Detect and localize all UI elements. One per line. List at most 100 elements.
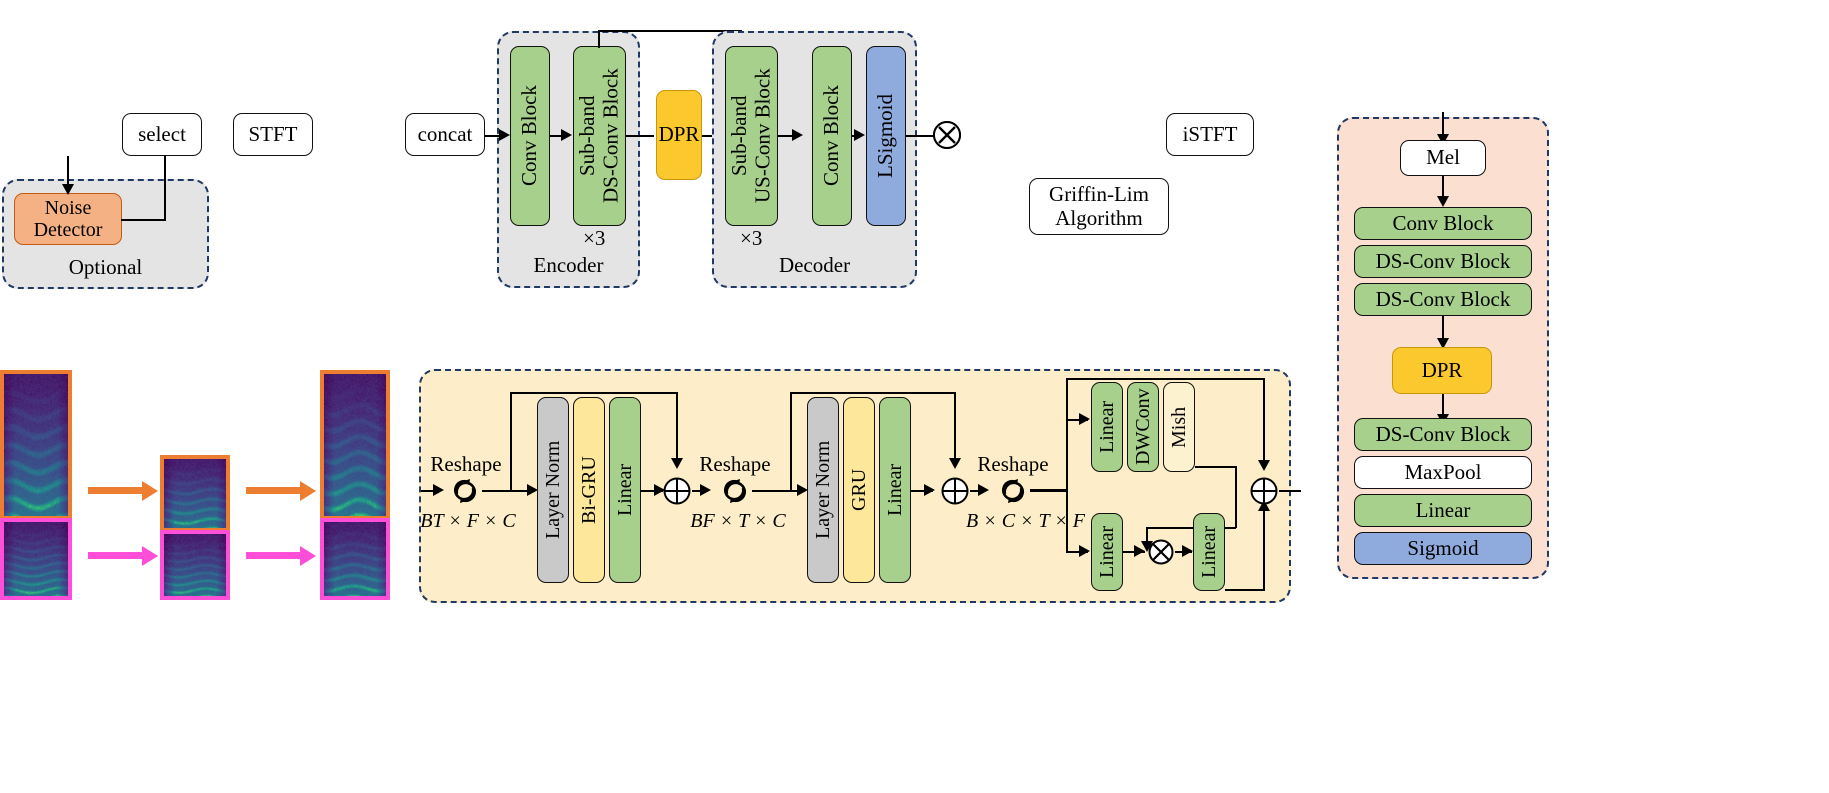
mel-ds-conv-block-2: DS-Conv Block	[1354, 283, 1532, 316]
residual1-across	[510, 392, 678, 394]
optional-group-label: Optional	[68, 255, 143, 279]
orange-arrow-1-head	[142, 481, 158, 501]
arrowhead-residual3	[1258, 460, 1270, 471]
output-spectrogram-orange	[320, 370, 390, 520]
connector-mish-out	[1195, 466, 1237, 468]
add-op-2	[941, 477, 969, 505]
stage3-top-linear: Linear	[1091, 382, 1123, 472]
mel-conv-block: Conv Block	[1354, 207, 1532, 240]
mel-linear-block: Linear	[1354, 494, 1532, 527]
arrowhead-residual2	[949, 458, 961, 469]
add-op-1	[663, 477, 691, 505]
connector-decoder-out	[906, 135, 934, 137]
arrowhead-mel-to-conv	[1437, 196, 1449, 207]
reshape-label-1: Reshape	[430, 452, 502, 476]
stage3-dwconv: DWConv	[1127, 382, 1159, 472]
add-op-3	[1250, 477, 1278, 505]
connector-select-to-noise	[67, 156, 69, 186]
decoder-conv-block: Conv Block	[812, 46, 852, 226]
diagram-canvas: Noise Detector Optional select STFT conc…	[0, 0, 1829, 793]
reshape-icon-2	[724, 479, 746, 503]
stage3-bottom-linear-2: Linear	[1193, 513, 1225, 591]
arrowhead-decoder-1	[792, 129, 803, 141]
decoder-group-label: Decoder	[778, 253, 851, 277]
stage2-layer-norm: Layer Norm	[807, 397, 839, 583]
residual2-up	[790, 392, 792, 490]
arrowhead-select-to-noise	[62, 184, 74, 195]
stage2-linear: Linear	[879, 397, 911, 583]
connector-encoder-to-dpr	[626, 135, 654, 137]
output-spectrogram-pink	[320, 518, 390, 600]
decoder-repeat-label: ×3	[740, 226, 763, 250]
dpr-main-block: DPR	[656, 90, 702, 180]
mel-ds-conv-block-1: DS-Conv Block	[1354, 245, 1532, 278]
stft-block: STFT	[233, 113, 313, 156]
residual2-down	[954, 392, 956, 462]
arrowhead-stage2-to-add	[924, 484, 935, 496]
encoder-repeat-label: ×3	[583, 226, 606, 250]
encoder-subband-ds-conv-block: Sub-band DS-Conv Block	[573, 46, 626, 226]
mid-spectrogram-orange	[160, 455, 230, 532]
arrowhead-split-top	[1079, 413, 1090, 425]
encoder-conv-block: Conv Block	[510, 46, 550, 226]
connector-linear2-to-add	[1225, 589, 1265, 591]
arrowhead-bottom-linear-to-mul	[1134, 545, 1145, 557]
pink-arrow-1-head	[142, 546, 158, 566]
residual3-across	[1066, 378, 1265, 380]
arrowhead-mul-to-linear2	[1182, 545, 1193, 557]
orange-arrow-2-head	[300, 481, 316, 501]
griffin-lim-label: Griffin-Lim Algorithm	[1049, 181, 1149, 230]
noise-detector-block: Noise Detector	[14, 193, 122, 245]
dim-label-2: BF × T × C	[690, 510, 786, 532]
mel-sigmoid-block: Sigmoid	[1354, 532, 1532, 565]
stage1-bi-gru: Bi-GRU	[573, 397, 605, 583]
dim-label-3: B × C × T × F	[965, 510, 1086, 532]
input-spectrogram-orange	[0, 370, 72, 520]
select-block: select	[122, 113, 202, 156]
stage3-mish: Mish	[1163, 382, 1195, 472]
skip-connection-up	[598, 30, 600, 48]
pink-arrow-2-body	[246, 552, 302, 559]
arrowhead-encoder-internal	[561, 129, 572, 141]
mel-ds-conv-block-3: DS-Conv Block	[1354, 418, 1532, 451]
reshape-icon-1	[454, 479, 476, 503]
stage1-layer-norm: Layer Norm	[537, 397, 569, 583]
residual3-down	[1263, 378, 1265, 464]
residual3-up	[1066, 378, 1068, 420]
orange-arrow-1-body	[88, 487, 144, 494]
concat-block: concat	[405, 113, 485, 156]
decoder-lsigmoid-block: LSigmoid	[866, 46, 906, 226]
arrowhead-decoder-2	[854, 129, 865, 141]
reshape-icon-3	[1002, 479, 1024, 503]
reshape-label-3: Reshape	[977, 452, 1049, 476]
residual1-up	[510, 392, 512, 490]
stage3-split-vertical	[1066, 419, 1069, 551]
connector-noise-right	[121, 219, 166, 221]
connector-noise-up	[164, 156, 166, 220]
stage1-linear: Linear	[609, 397, 641, 583]
pink-arrow-1-body	[88, 552, 144, 559]
arrowhead-add2-to-reshape3	[978, 484, 989, 496]
arrowhead-add1-to-reshape2	[700, 484, 711, 496]
pink-arrow-2-head	[300, 546, 316, 566]
reshape-label-2: Reshape	[699, 452, 771, 476]
decoder-subband-us-conv-block: Sub-band US-Conv Block	[725, 46, 778, 226]
residual2-across	[790, 392, 956, 394]
residual1-down	[676, 392, 678, 462]
arrowhead-split-bottom	[1079, 545, 1090, 557]
mid-spectrogram-pink	[160, 530, 230, 600]
istft-block: iSTFT	[1166, 113, 1254, 156]
connector-mish-down	[1235, 466, 1237, 528]
connector-add3-out	[1279, 490, 1301, 492]
mel-maxpool-block: MaxPool	[1354, 456, 1532, 489]
arrowhead-concat-to-encoder	[499, 129, 510, 141]
encoder-group-label: Encoder	[533, 253, 604, 277]
mel-dpr-block: DPR	[1392, 347, 1492, 394]
arrowhead-residual1	[671, 458, 683, 469]
griffin-lim-block: Griffin-Lim Algorithm	[1029, 178, 1169, 235]
orange-arrow-2-body	[246, 487, 302, 494]
arrowhead-in-stage1	[433, 484, 444, 496]
stage3-bottom-linear-1: Linear	[1091, 513, 1123, 591]
multiply-op-stage3	[1148, 539, 1174, 565]
input-spectrogram-pink	[0, 518, 72, 600]
